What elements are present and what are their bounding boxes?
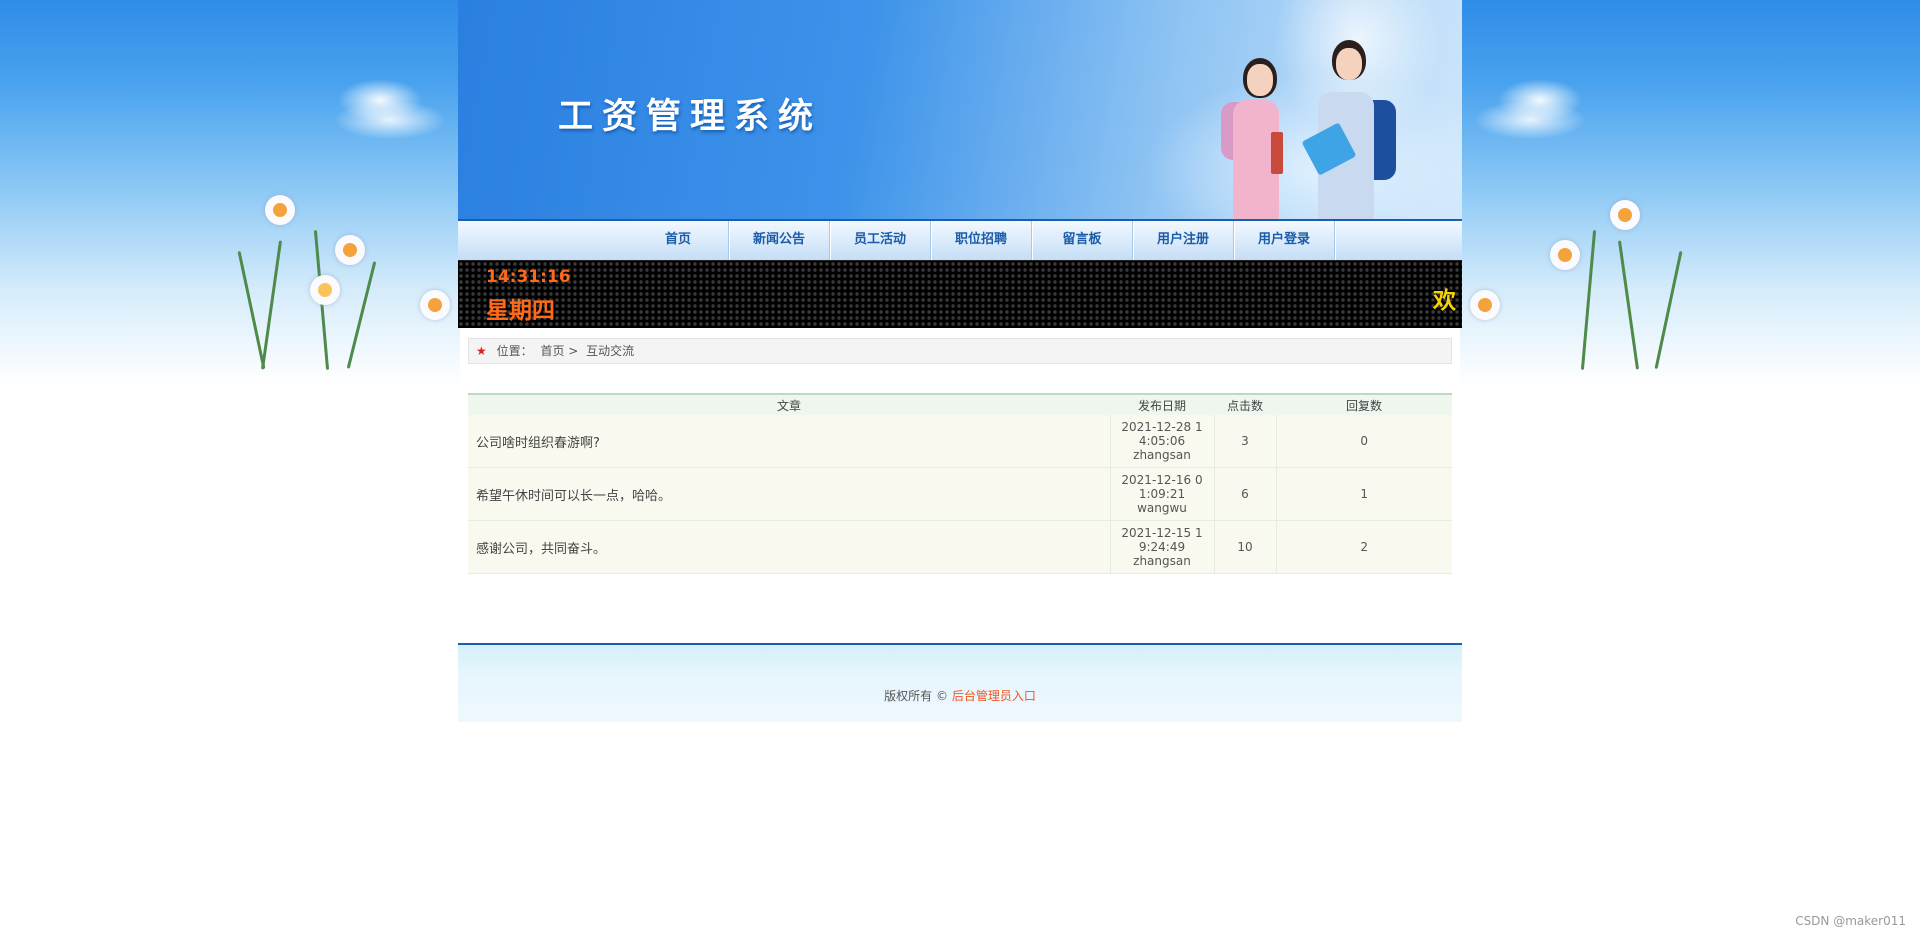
students-illustration [1213, 40, 1423, 219]
grass-blade [346, 261, 377, 369]
table-header-row: 文章 发布日期 点击数 回复数 [468, 393, 1452, 415]
table-row: 希望午休时间可以长一点，哈哈。 2021-12-16 01:09:21 wang… [468, 467, 1452, 521]
grass-blade [1580, 230, 1597, 370]
nav-item-login[interactable]: 用户登录 [1234, 221, 1335, 260]
topic-date-cell: 2021-12-15 19:24:49 zhangsan [1109, 520, 1214, 574]
csdn-watermark: CSDN @maker011 [1795, 914, 1906, 928]
grass-blade [237, 250, 266, 370]
topic-date: 2021-12-15 19:24:49 [1121, 526, 1203, 554]
page-container: 工资管理系统 首页 新闻公告 员工活动 职位招聘 留言板 用户注册 用户登录 1… [458, 0, 1462, 722]
table-row: 感谢公司，共同奋斗。 2021-12-15 19:24:49 zhangsan … [468, 520, 1452, 574]
topic-replies: 2 [1275, 520, 1452, 574]
copyright-text: 版权所有 © [884, 689, 948, 703]
breadcrumb-prefix: 位置： [496, 344, 533, 358]
nav-item-register[interactable]: 用户注册 [1133, 221, 1234, 260]
footer-copyright-line: 版权所有 © 后台管理员入口 [458, 687, 1462, 704]
grass-blade [1617, 240, 1640, 370]
breadcrumb-home-link[interactable]: 首页 [540, 344, 564, 358]
topic-title-link[interactable]: 感谢公司，共同奋斗。 [468, 520, 1110, 574]
table-row: 公司啥时组织春游啊? 2021-12-28 14:05:06 zhangsan … [468, 415, 1452, 468]
admin-entry-link[interactable]: 后台管理员入口 [952, 689, 1036, 703]
topic-date-cell: 2021-12-16 01:09:21 wangwu [1109, 467, 1214, 521]
page-footer: 版权所有 © 后台管理员入口 [458, 643, 1462, 722]
topic-replies: 1 [1275, 467, 1452, 521]
background-right-scenery [1460, 0, 1920, 470]
nav-item-message-board[interactable]: 留言板 [1032, 221, 1133, 260]
column-header-date: 发布日期 [1110, 393, 1214, 415]
topic-author: wangwu [1137, 501, 1187, 515]
breadcrumb: ★ 位置： 首页 > 互动交流 [468, 338, 1452, 364]
topic-clicks: 10 [1213, 520, 1276, 574]
grass-blade [260, 240, 283, 370]
topic-title-link[interactable]: 希望午休时间可以长一点，哈哈。 [468, 467, 1110, 521]
topic-author: zhangsan [1133, 554, 1191, 568]
background-left-scenery [0, 0, 460, 470]
topic-table: 文章 发布日期 点击数 回复数 公司啥时组织春游啊? 2021-12-28 14… [468, 393, 1452, 574]
star-icon: ★ [476, 344, 487, 358]
column-header-clicks: 点击数 [1214, 393, 1276, 415]
topic-author: zhangsan [1133, 448, 1191, 462]
led-clock-band: 14:31:16 星期四 欢 [458, 260, 1462, 328]
nav-item-activities[interactable]: 员工活动 [830, 221, 931, 260]
nav-item-news[interactable]: 新闻公告 [729, 221, 830, 260]
column-header-article: 文章 [468, 393, 1110, 415]
clock-time: 14:31:16 [486, 267, 571, 287]
nav-item-jobs[interactable]: 职位招聘 [931, 221, 1032, 260]
column-header-replies: 回复数 [1276, 393, 1452, 415]
topic-date-cell: 2021-12-28 14:05:06 zhangsan [1109, 415, 1214, 468]
breadcrumb-current: 互动交流 [586, 344, 635, 358]
topic-clicks: 3 [1213, 415, 1276, 468]
nav-item-home[interactable]: 首页 [628, 221, 729, 260]
breadcrumb-separator: > [568, 344, 579, 358]
topic-replies: 0 [1275, 415, 1452, 468]
topic-clicks: 6 [1213, 467, 1276, 521]
grass-blade [1654, 250, 1683, 370]
welcome-marquee: 欢 [1433, 288, 1456, 314]
header-banner: 工资管理系统 [458, 0, 1462, 219]
topic-date: 2021-12-28 14:05:06 [1121, 420, 1203, 448]
site-title: 工资管理系统 [558, 97, 823, 137]
topic-date: 2021-12-16 01:09:21 [1121, 473, 1203, 501]
main-navigation: 首页 新闻公告 员工活动 职位招聘 留言板 用户注册 用户登录 [458, 219, 1462, 260]
clock-weekday: 星期四 [486, 298, 555, 324]
topic-title-link[interactable]: 公司啥时组织春游啊? [468, 415, 1110, 468]
nav-list: 首页 新闻公告 员工活动 职位招聘 留言板 用户注册 用户登录 [628, 221, 1335, 260]
